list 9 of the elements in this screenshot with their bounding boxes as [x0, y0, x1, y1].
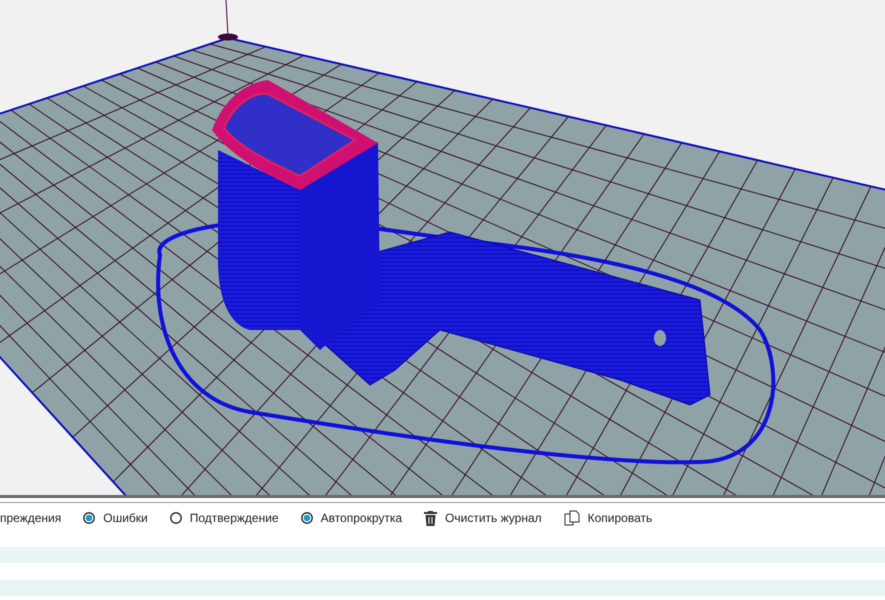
- copy-button[interactable]: Копировать: [564, 510, 652, 526]
- filter-toggle[interactable]: Автопрокрутка: [300, 511, 402, 525]
- copy-icon: [564, 510, 580, 526]
- filter-toggle[interactable]: Ошибки: [83, 511, 148, 525]
- axis-drawing: [218, 0, 238, 40]
- filter-toggle[interactable]: Подтверждение: [170, 511, 279, 525]
- clear-log-button[interactable]: Очистить журнал: [424, 510, 542, 526]
- filter-label[interactable]: преждения: [0, 511, 62, 525]
- trash-icon: [424, 510, 438, 526]
